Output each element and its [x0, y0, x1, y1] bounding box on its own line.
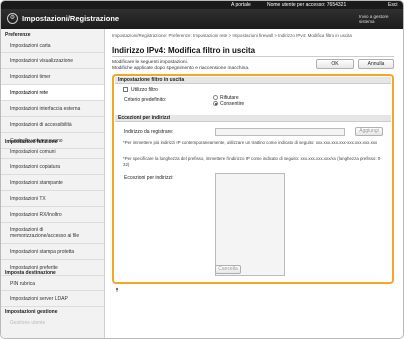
address-to-register-label: Indirizzo da registrare:: [124, 129, 174, 135]
use-filter-checkbox[interactable]: [123, 87, 128, 92]
cancel-button[interactable]: Annulla: [358, 59, 394, 69]
app-header: ⚙ Impostazioni/Registrazione Invio a ges…: [1, 9, 403, 29]
sidebar-item-external-interface[interactable]: Impostazioni interfaccia esterna: [1, 101, 104, 117]
browser-page: A portale Nome utente per accesso: 76543…: [0, 0, 404, 339]
sidebar-group-preferences: Preferenze: [5, 32, 31, 38]
sidebar-group-destination: Imposta destinazione: [5, 270, 56, 276]
sidebar-group-management: Impostazioni gestione: [5, 309, 58, 315]
sidebar-item-copy[interactable]: Impostazioni copiatura: [1, 159, 104, 175]
ok-button[interactable]: OK: [316, 59, 354, 69]
reject-radio[interactable]: [213, 95, 218, 100]
sidebar-item-user-management[interactable]: Gestione utente: [1, 316, 104, 330]
sidebar-item-timer[interactable]: Impostazioni timer: [1, 69, 104, 85]
range-note: *Per immettere più indirizzi IP contempo…: [123, 140, 378, 145]
allow-radio[interactable]: [213, 101, 218, 106]
sidebar-item-secure-print[interactable]: Impostazioni stampa protetta: [1, 244, 104, 260]
login-user-label: Nome utente per accesso: 7654321: [267, 2, 347, 8]
send-to-admin-link[interactable]: Invio a gestore sistema: [359, 14, 403, 24]
filter-settings-panel: Impostazione filtro in uscita Utilizzo f…: [112, 74, 394, 284]
sidebar-item-rx-forward[interactable]: Impostazioni RX/Inoltro: [1, 207, 104, 223]
allow-radio-label: Consentire: [220, 101, 245, 107]
title-divider: [112, 56, 394, 57]
exceptions-section-header: Eccezioni per indirizzi: [115, 115, 391, 122]
use-filter-label: Utilizzo filtro: [131, 87, 158, 93]
logout-link[interactable]: Esci: [388, 1, 397, 9]
default-policy-label: Criterio predefinito:: [124, 97, 167, 103]
delete-button[interactable]: Cancella: [215, 265, 241, 274]
settings-logo-icon: ⚙: [7, 13, 18, 24]
sidebar-item-tx[interactable]: Impostazioni TX: [1, 191, 104, 207]
sidebar-item-common[interactable]: Impostazioni comuni: [1, 145, 104, 159]
exceptions-list-label: Eccezioni per indirizzi:: [124, 175, 174, 181]
back-to-top-icon[interactable]: ⯭: [115, 288, 119, 295]
exceptions-listbox[interactable]: [215, 173, 285, 276]
sidebar: Preferenze Impostazioni carta Impostazio…: [1, 29, 105, 338]
sidebar-item-paper[interactable]: Impostazioni carta: [1, 39, 104, 53]
sidebar-item-store-access-files[interactable]: Impostazioni di memorizzazione/accesso a…: [1, 223, 104, 244]
add-button[interactable]: Aggiungi: [355, 127, 383, 136]
app-title: Impostazioni/Registrazione: [22, 14, 120, 23]
portal-link[interactable]: A portale: [231, 1, 251, 9]
top-bar: A portale Nome utente per accesso: 76543…: [1, 1, 403, 9]
breadcrumb: Impostazioni/Registrazione: Preferenze: …: [112, 33, 352, 38]
address-input[interactable]: [215, 128, 345, 136]
sidebar-item-display[interactable]: Impostazioni visualizzazione: [1, 53, 104, 69]
description-line-2: Modifiche applicate dopo spegnimento e r…: [112, 66, 250, 71]
page-description: Modificare le seguenti impostazioni. Mod…: [112, 60, 249, 72]
sidebar-item-network[interactable]: Impostazioni rete: [1, 85, 104, 101]
sidebar-item-accessibility[interactable]: Impostazioni di accessibilità: [1, 117, 104, 133]
sidebar-item-printer[interactable]: Impostazioni stampante: [1, 175, 104, 191]
page-title: Indirizzo IPv4: Modifica filtro in uscit…: [112, 46, 256, 55]
sidebar-item-ldap-server[interactable]: Impostazioni server LDAP: [1, 291, 104, 307]
sidebar-item-address-book-pin[interactable]: PIN rubrica: [1, 277, 104, 291]
filter-section-header: Impostazione filtro in uscita: [115, 77, 391, 84]
prefix-note: *Per specificare la lunghezza del prefis…: [123, 156, 382, 167]
